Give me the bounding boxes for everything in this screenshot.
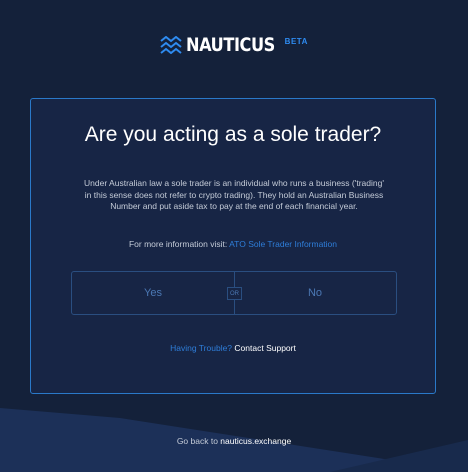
or-badge: OR: [227, 287, 242, 300]
footer-prefix: Go back to: [176, 436, 218, 446]
header-logo[interactable]: NAUTICUS BETA: [0, 34, 468, 56]
yes-no-choice: Yes No OR: [71, 271, 397, 315]
support-line: Having Trouble? Contact Support: [31, 343, 435, 353]
sole-trader-card: Are you acting as a sole trader? Under A…: [30, 98, 436, 394]
page-title: Are you acting as a sole trader?: [84, 123, 382, 146]
brand-name: NAUTICUS: [186, 34, 275, 56]
waves-icon: [160, 36, 182, 54]
sole-trader-description: Under Australian law a sole trader is an…: [84, 178, 384, 211]
exchange-link[interactable]: nauticus.exchange: [220, 436, 291, 446]
support-prefix: Having Trouble?: [170, 343, 233, 353]
contact-support-link[interactable]: Contact Support: [234, 343, 295, 353]
beta-badge: BETA: [284, 36, 308, 46]
more-info-label: For more information visit:: [128, 239, 228, 249]
more-info-line: For more information visit: ATO Sole Tra…: [31, 239, 435, 249]
yes-button[interactable]: Yes: [72, 272, 234, 314]
no-button[interactable]: No: [234, 272, 396, 314]
ato-info-link[interactable]: ATO Sole Trader Information: [229, 239, 337, 249]
footer: Go back to nauticus.exchange: [0, 436, 468, 446]
